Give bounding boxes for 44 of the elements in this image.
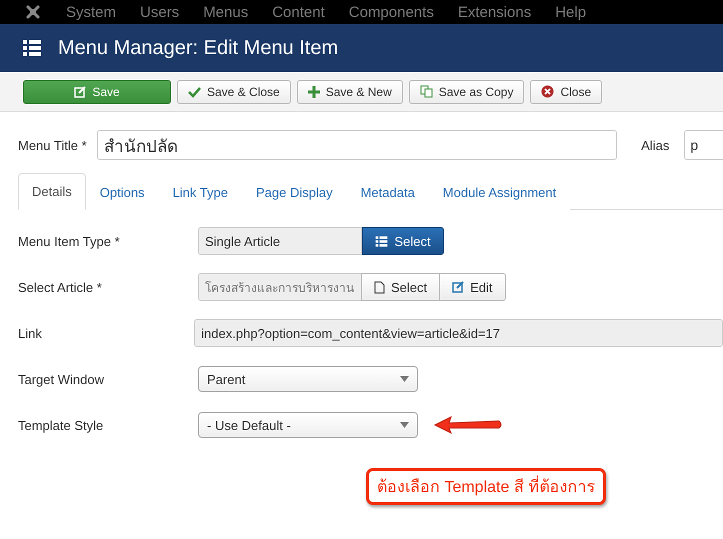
plus-icon [308,86,320,98]
toolbar-button[interactable]: Close [530,80,602,104]
dropdown[interactable]: - Use Default - [198,412,418,438]
menu-item[interactable]: Components [348,4,434,20]
menu-item[interactable]: Extensions [458,4,532,20]
menu-title-field[interactable]: สำนักปลัด [96,130,618,160]
menu-item[interactable]: Content [272,4,325,20]
edit-icon [74,86,86,98]
dropdown[interactable]: Parent [198,366,418,392]
toolbar-button[interactable]: Save & Close [177,80,291,104]
caret-icon [400,422,409,428]
field-label: Alias [641,138,670,152]
close-icon [541,85,554,98]
menu-item[interactable]: Menus [203,4,248,20]
toolbar-button[interactable]: Save as Copy [408,80,524,104]
list-icon [375,234,388,248]
article-field: โครงสร้างและการบริหารงาน [198,273,362,301]
check-icon [188,86,201,98]
link-field: index.php?option=com_content&view=article&id=17 [194,319,723,347]
field-label: Select Article * [18,280,103,294]
field-label: Menu Item Type * [18,234,121,248]
caret-icon [400,376,409,382]
menu-item-type-field: Single Article [198,227,362,255]
joomla-logo-icon[interactable] [24,3,42,21]
menu-item[interactable]: Help [555,4,586,20]
document-icon [374,280,385,294]
field-label: Target Window [18,372,105,386]
edit-icon [452,281,464,293]
alias-field[interactable]: p [684,130,723,160]
edit-button[interactable]: Edit [439,273,506,301]
toolbar-button[interactable]: Save & New [296,80,403,104]
menu-item[interactable]: System [66,4,116,20]
toolbar-button[interactable]: Save [23,80,171,104]
field-label: Template Style [18,418,104,432]
menu-item[interactable]: Users [140,4,180,20]
field-label: Menu Title * [18,138,88,152]
field-label: Link [18,326,43,340]
list-icon [22,38,42,58]
tab[interactable]: Details [18,173,86,210]
callout-note: ต้องเลือก Template สี ที่ต้องการ [366,468,606,505]
select-button[interactable]: Select [361,273,440,301]
select-button[interactable]: Select [362,227,444,255]
copy-icon [420,85,433,98]
page-title: Menu Manager: Edit Menu Item [58,36,338,60]
